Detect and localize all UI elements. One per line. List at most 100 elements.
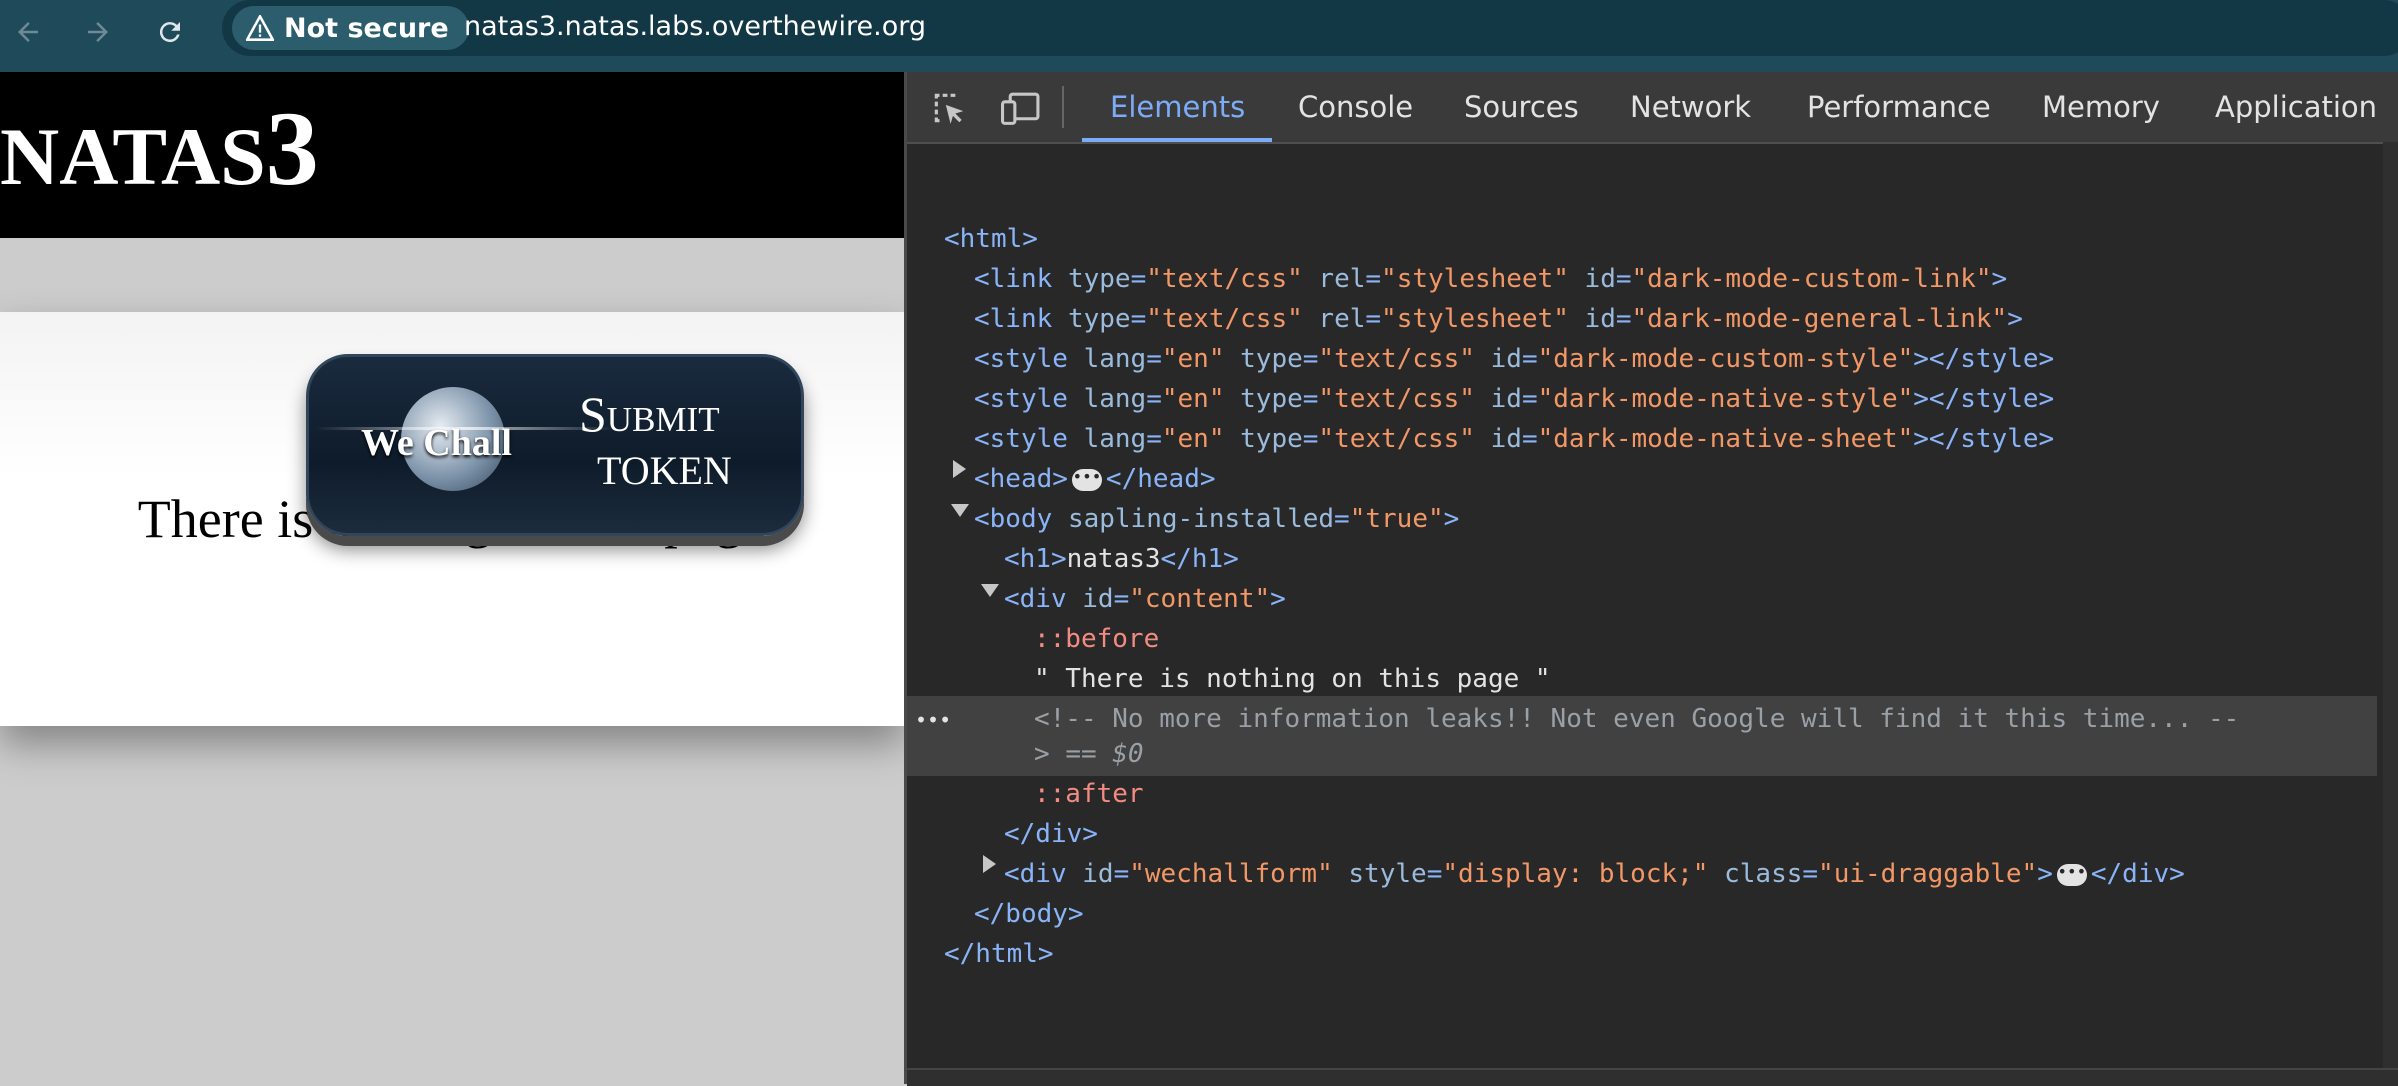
text-node: " There is nothing on this page " — [1034, 664, 1551, 694]
attr-value: "en" — [1161, 424, 1225, 454]
dom-node-html[interactable]: <html> — [907, 219, 1038, 259]
attr-name: lang — [1083, 384, 1147, 414]
tab-application[interactable]: Application — [2215, 72, 2377, 142]
tag: <style — [974, 424, 1068, 454]
attr-name: id — [1490, 384, 1522, 414]
h1-close-tag: </h1> — [1160, 544, 1239, 574]
tab-memory[interactable]: Memory — [2042, 72, 2160, 142]
wechall-brand: We Chall — [361, 422, 512, 464]
comment-text-line2: > — [1034, 739, 1050, 769]
div-tag: <div — [1004, 584, 1067, 614]
attr-value: "dark-mode-custom-link" — [1631, 264, 1992, 294]
dom-node-style-native[interactable]: <style lang="en" type="text/css" id="dar… — [907, 379, 2054, 419]
dom-node-div-close[interactable]: </div> — [907, 814, 1098, 854]
forward-button[interactable] — [74, 8, 122, 56]
reload-button[interactable] — [146, 8, 194, 56]
tag: <style — [974, 344, 1068, 374]
attr-value: "stylesheet" — [1381, 304, 1569, 334]
h1-text: natas3 — [1066, 544, 1161, 574]
dom-node-link-general[interactable]: <link type="text/css" rel="stylesheet" i… — [907, 299, 2023, 339]
devtools-panel: Elements Console Sources Network Perform… — [904, 72, 2398, 1086]
tab-performance[interactable]: Performance — [1807, 72, 1991, 142]
body-close-tag: </body> — [974, 899, 1084, 929]
security-label: Not secure — [284, 12, 449, 44]
dom-node-after[interactable]: ::after — [907, 774, 1144, 814]
security-chip[interactable]: Not secure — [232, 6, 469, 50]
dom-node-body-close[interactable]: </body> — [907, 894, 1084, 934]
device-toolbar-button[interactable] — [999, 86, 1043, 130]
tag-close: ></style> — [1913, 344, 2055, 374]
attr-value: "text/css" — [1318, 344, 1475, 374]
toolbar-divider — [1062, 86, 1064, 128]
tab-sources[interactable]: Sources — [1464, 72, 1579, 142]
attr-name: type — [1240, 424, 1303, 454]
inspect-element-icon — [934, 93, 964, 124]
tag: <link — [974, 264, 1053, 294]
collapsed-ellipsis-icon[interactable]: ••• — [2056, 863, 2087, 886]
devtools-bottom-bar — [907, 1068, 2398, 1086]
attr-name: id — [1082, 859, 1114, 889]
attr-value: "ui-draggable" — [1818, 859, 2038, 889]
attr-name: lang — [1083, 344, 1147, 374]
div-close-tag: </div> — [2090, 859, 2185, 889]
active-tab-indicator — [1082, 138, 1272, 142]
tab-network[interactable]: Network — [1630, 72, 1751, 142]
attr-value: "dark-mode-general-link" — [1631, 304, 2008, 334]
dom-node-before[interactable]: ::before — [907, 619, 1159, 659]
tag-close: > — [2007, 304, 2023, 334]
dom-node-html-close[interactable]: </html> — [907, 934, 1054, 974]
attr-name: type — [1240, 384, 1303, 414]
attr-name: rel — [1318, 264, 1366, 294]
head-close-tag: </head> — [1105, 464, 1216, 494]
attr-value: "en" — [1161, 384, 1225, 414]
tab-elements[interactable]: Elements — [1110, 72, 1245, 142]
collapsed-ellipsis-icon[interactable]: ••• — [1071, 468, 1102, 491]
dom-node-link-custom[interactable]: <link type="text/css" rel="stylesheet" i… — [907, 259, 2007, 299]
devtools-tabbar: Elements Console Sources Network Perform… — [907, 72, 2398, 144]
page-title-prefix: NATAS — [0, 111, 266, 202]
reload-icon — [159, 22, 180, 43]
back-button[interactable] — [4, 8, 52, 56]
attr-name: id — [1584, 304, 1616, 334]
dom-node-text[interactable]: " There is nothing on this page " — [907, 659, 1551, 699]
attr-value: "display: block;" — [1442, 859, 1709, 889]
dom-node-body[interactable]: <body sapling-installed="true"> — [907, 499, 1459, 539]
wechall-submit-token-button[interactable]: We Chall Submit TOKEN — [306, 354, 804, 536]
dom-node-head[interactable]: <head> ••• </head> — [907, 459, 1216, 499]
wechall-token-label: TOKEN — [597, 448, 732, 493]
dom-node-comment-cont[interactable]: > == $0 — [907, 734, 1144, 774]
attr-name: sapling-installed — [1067, 504, 1335, 534]
dom-node-comment[interactable]: <!-- No more information leaks!! Not eve… — [907, 699, 2239, 739]
attr-name: rel — [1318, 304, 1366, 334]
div-tag: <div — [1004, 859, 1067, 889]
attr-name: id — [1490, 424, 1522, 454]
devtools-scrollbar[interactable] — [2383, 142, 2398, 1082]
dom-node-div-content[interactable]: <div id="content"> — [907, 579, 1286, 619]
web-page: NATAS3 There is nothing on this page We … — [0, 72, 904, 1084]
dom-node-style-custom[interactable]: <style lang="en" type="text/css" id="dar… — [907, 339, 2054, 379]
attr-value: "text/css" — [1318, 424, 1475, 454]
tag: <style — [974, 384, 1068, 414]
comment-text-line1: <!-- No more information leaks!! Not eve… — [1034, 704, 2240, 734]
attr-value: "dark-mode-custom-style" — [1537, 344, 1914, 374]
dom-node-style-sheet[interactable]: <style lang="en" type="text/css" id="dar… — [907, 419, 2054, 459]
attr-value: "content" — [1129, 584, 1271, 614]
attr-value: "dark-mode-native-sheet" — [1537, 424, 1914, 454]
body-tag: <body — [974, 504, 1053, 534]
tag-close: > — [1270, 584, 1286, 614]
html-close-tag: </html> — [944, 939, 1054, 969]
attr-value: "dark-mode-native-style" — [1537, 384, 1914, 414]
dom-node-h1[interactable]: <h1>natas3</h1> — [907, 539, 1239, 579]
url-text[interactable]: natas3.natas.labs.overthewire.org — [464, 10, 926, 44]
tab-console[interactable]: Console — [1298, 72, 1413, 142]
attr-name: class — [1724, 859, 1803, 889]
attr-name: style — [1348, 859, 1427, 889]
attr-value: "text/css" — [1146, 264, 1303, 294]
attr-name: id — [1490, 344, 1522, 374]
dom-node-div-wechallform[interactable]: <div id="wechallform" style="display: bl… — [907, 854, 2185, 894]
device-toolbar-icon — [1001, 92, 1040, 125]
page-title: NATAS3 — [0, 88, 319, 210]
wechall-submit-label: Submit — [579, 386, 720, 442]
inspect-element-button[interactable] — [927, 86, 971, 130]
forward-arrow-icon — [88, 22, 108, 42]
